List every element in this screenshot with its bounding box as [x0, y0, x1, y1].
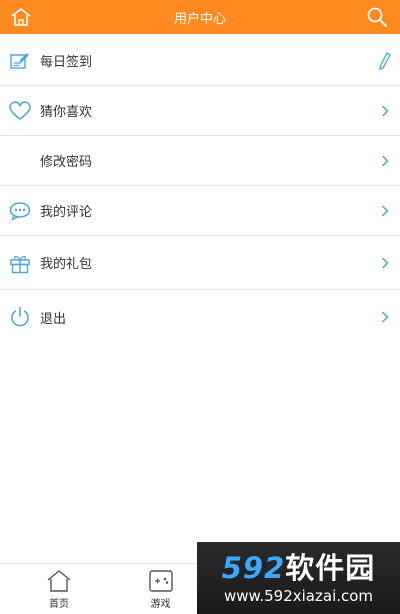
- chevron-right-icon: [378, 254, 392, 272]
- home-icon: [47, 569, 71, 592]
- tab-label: 游戏: [150, 598, 171, 610]
- menu-item-label: 每日签到: [40, 55, 93, 70]
- chevron-right-icon: [378, 102, 392, 120]
- menu-item-label: 退出: [40, 311, 67, 327]
- password-icon: [9, 150, 31, 172]
- app-window: 用户中心 每日签到 猜你喜欢 修改密码 我的评论 我的礼包 退出 首页 游戏 5…: [0, 0, 400, 614]
- home-icon: [11, 8, 31, 26]
- menu-item-logout[interactable]: 退出: [0, 290, 400, 344]
- watermark-logo: 592软件园 www.592xiazai.com: [197, 542, 400, 614]
- tab-label: 首页: [49, 598, 69, 610]
- page-title: 用户中心: [173, 11, 226, 27]
- watermark-url: www.592xiazai.com: [223, 587, 374, 605]
- search-icon: [367, 7, 387, 27]
- menu-item-guess-you-like[interactable]: 猜你喜欢: [0, 86, 400, 136]
- header-bar: 用户中心: [0, 0, 400, 34]
- search-button[interactable]: [360, 0, 394, 34]
- watermark-brand: 592软件园: [221, 551, 376, 585]
- menu-list: 每日签到 猜你喜欢 修改密码 我的评论 我的礼包 退出: [0, 36, 400, 344]
- gift-icon: [9, 252, 31, 274]
- chevron-right-icon: [378, 202, 392, 220]
- heart-icon: [9, 100, 31, 122]
- menu-item-label: 我的评论: [40, 205, 93, 220]
- menu-item-label: 猜你喜欢: [40, 105, 93, 120]
- sign-in-icon: [9, 50, 31, 72]
- menu-item-my-comments[interactable]: 我的评论: [0, 186, 400, 236]
- tab-home[interactable]: 首页: [0, 564, 118, 614]
- pencil-icon: [378, 51, 392, 70]
- menu-item-change-password[interactable]: 修改密码: [0, 136, 400, 186]
- chevron-right-icon: [378, 152, 392, 170]
- menu-item-label: 修改密码: [40, 155, 93, 170]
- power-icon: [9, 306, 31, 328]
- menu-item-daily-signin[interactable]: 每日签到: [0, 36, 400, 86]
- menu-item-my-gifts[interactable]: 我的礼包: [0, 236, 400, 290]
- chevron-right-icon: [378, 308, 392, 326]
- gamepad-icon: [148, 569, 173, 592]
- menu-item-label: 我的礼包: [40, 257, 93, 272]
- tab-games[interactable]: 游戏: [118, 564, 203, 614]
- home-button[interactable]: [4, 0, 38, 34]
- comment-icon: [9, 200, 31, 222]
